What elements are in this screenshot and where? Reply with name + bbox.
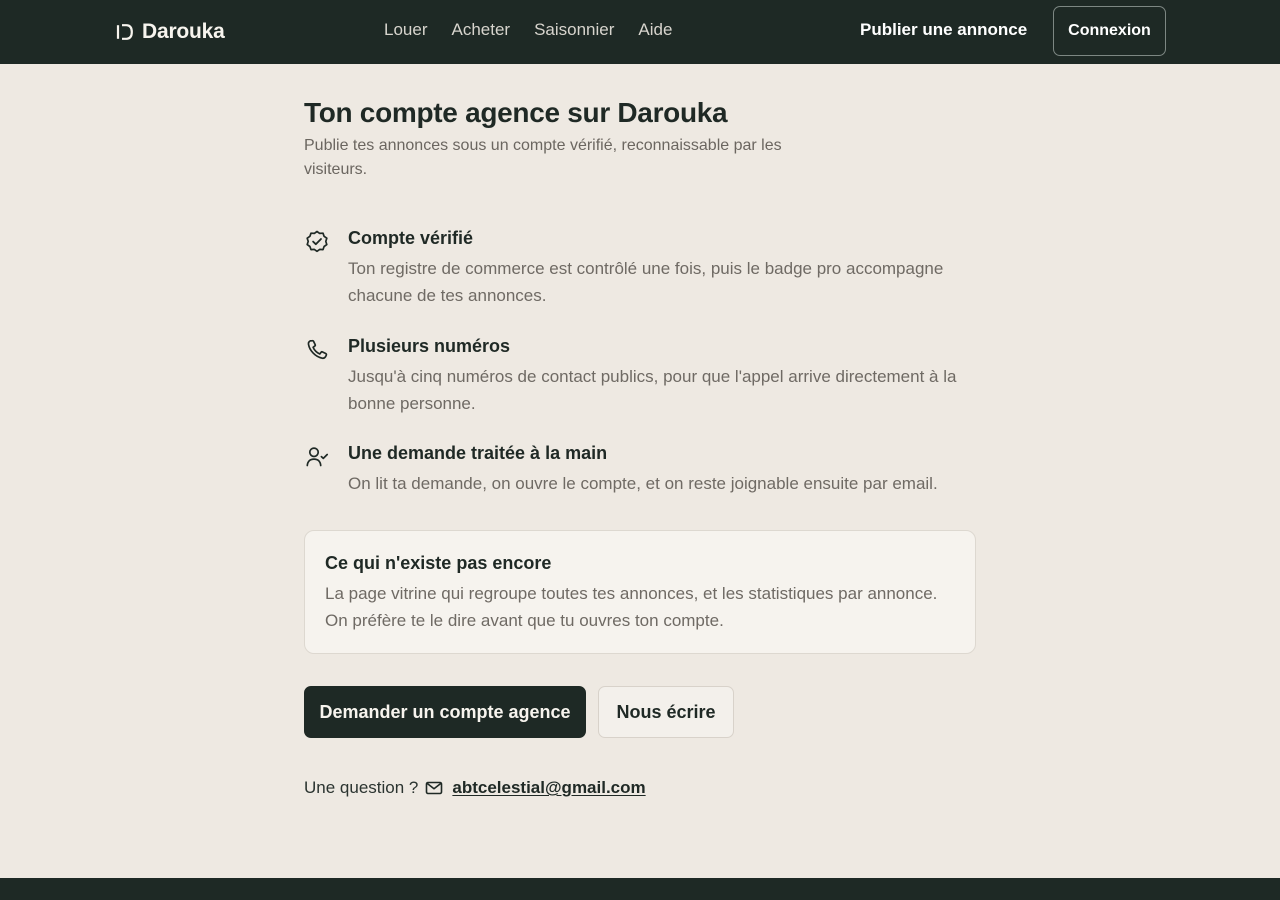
top-navigation-bar: Darouka Louer Acheter Saisonnier Aide Pu… <box>0 0 1280 64</box>
page-title: Ton compte agence sur Darouka <box>304 97 728 128</box>
notice-text: La page vitrine qui regroupe toutes tes … <box>325 584 938 630</box>
nav-link-louer[interactable]: Louer <box>384 20 427 40</box>
request-agency-account-button[interactable]: Demander un compte agence <box>304 686 586 738</box>
main-navigation: Louer Acheter Saisonnier Aide <box>384 20 672 40</box>
user-check-icon <box>306 447 329 467</box>
phone-icon <box>307 339 328 360</box>
feature-manual-request: Une demande traitée à la main On lit ta … <box>304 442 976 497</box>
nav-link-saisonnier[interactable]: Saisonnier <box>534 20 614 40</box>
brand-name: Darouka <box>142 20 225 43</box>
nav-link-aide[interactable]: Aide <box>638 20 672 40</box>
feature-description: Ton registre de commerce est contrôlé un… <box>348 259 944 305</box>
feature-description: Jusqu'à cinq numéros de contact publics,… <box>348 367 957 413</box>
footer-bar <box>0 878 1280 900</box>
contact-us-button[interactable]: Nous écrire <box>598 686 734 738</box>
notice-title: Ce qui n'existe pas encore <box>325 553 552 573</box>
agency-account-content: Ton compte agence sur Darouka Publie tes… <box>304 96 976 797</box>
brand-logo[interactable]: Darouka <box>116 18 225 46</box>
not-available-yet-notice: Ce qui n'existe pas encore La page vitri… <box>304 530 976 654</box>
nav-link-acheter[interactable]: Acheter <box>451 20 510 40</box>
feature-title: Compte vérifié <box>348 228 474 248</box>
contact-line: Une question ? abtcelestial@gmail.com <box>304 778 646 798</box>
mail-icon <box>426 781 443 795</box>
feature-verified-content: Compte vérifié Ton registre de commerce … <box>348 227 976 309</box>
feature-title: Une demande traitée à la main <box>348 443 608 463</box>
login-button[interactable]: Connexion <box>1053 6 1166 56</box>
contact-prefix: Une question ? <box>304 778 419 797</box>
call-to-action-buttons: Demander un compte agence Nous écrire <box>304 686 734 738</box>
feature-numbers-content: Plusieurs numéros Jusqu'à cinq numéros d… <box>348 335 976 417</box>
feature-multiple-numbers: Plusieurs numéros Jusqu'à cinq numéros d… <box>304 335 976 417</box>
feature-description: On lit ta demande, on ouvre le compte, e… <box>348 474 938 493</box>
feature-manual-content: Une demande traitée à la main On lit ta … <box>348 442 976 497</box>
darouka-logo-icon <box>116 24 133 40</box>
feature-title: Plusieurs numéros <box>348 336 511 356</box>
contact-email-link[interactable]: abtcelestial@gmail.com <box>452 778 645 798</box>
page-subtitle: Publie tes annonces sous un compte vérif… <box>304 137 782 178</box>
publish-listing-link[interactable]: Publier une annonce <box>860 20 1027 40</box>
verified-badge-icon <box>306 230 328 253</box>
feature-verified-account: Compte vérifié Ton registre de commerce … <box>304 227 976 309</box>
